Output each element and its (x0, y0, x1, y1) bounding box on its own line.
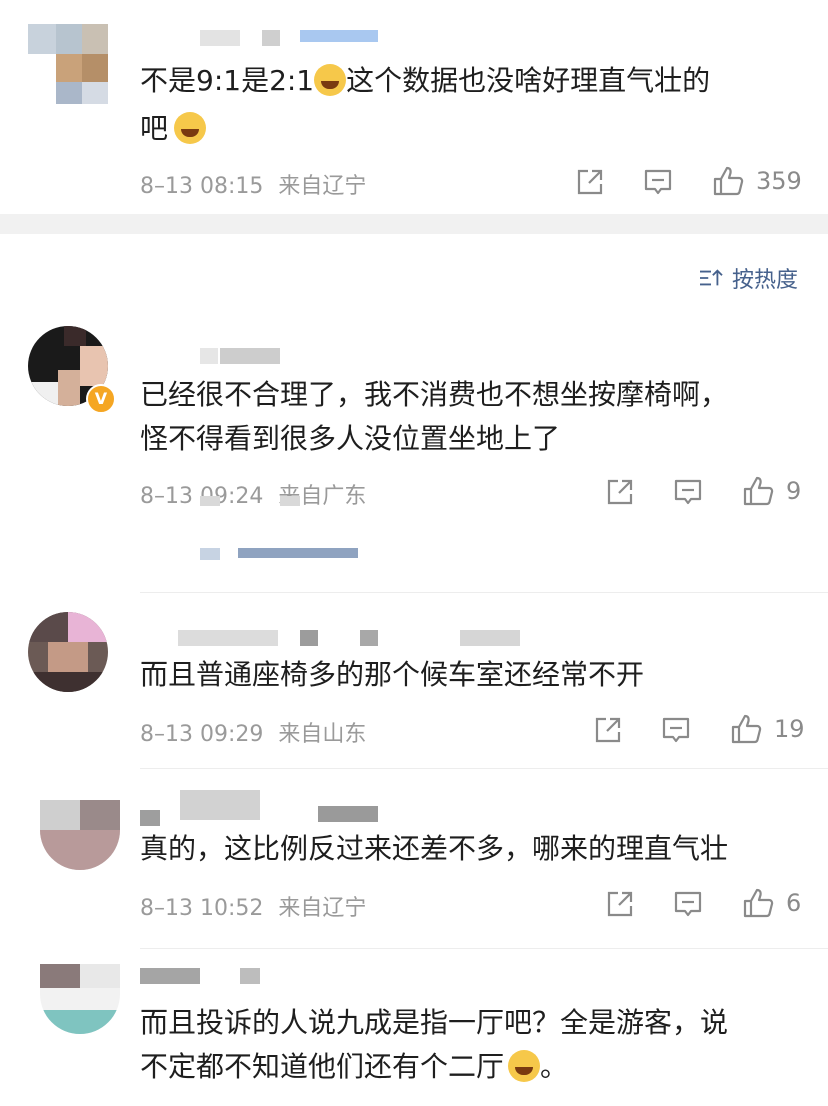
share-icon[interactable] (604, 888, 636, 920)
username-part (460, 630, 520, 646)
comment-text-line: 。 (540, 1050, 569, 1083)
like-button[interactable]: 6 (742, 886, 801, 920)
comment-text-line: 不是9:1是2:1 (140, 64, 315, 97)
like-count: 6 (786, 889, 802, 917)
comment-meta: 8–13 10:52 来自辽宁 (140, 890, 366, 922)
comment-meta: 8–13 09:29 来自山东 (140, 716, 366, 748)
divider (140, 948, 828, 949)
username-part (360, 630, 378, 646)
avatar[interactable] (40, 964, 120, 1034)
comment-text: 不是9:1是2:1 这个数据也没啥好理直气壮的 (140, 56, 710, 106)
redacted-block (238, 548, 358, 558)
dizzy-emoji-icon (174, 112, 207, 144)
share-icon[interactable] (592, 714, 624, 746)
comment-text-line: 吧 (140, 112, 169, 145)
like-count: 359 (756, 167, 802, 195)
user-badge (300, 30, 378, 42)
comment-icon[interactable] (660, 714, 692, 746)
username-part (240, 968, 260, 984)
username-part (180, 790, 260, 820)
username[interactable] (200, 30, 240, 46)
divider (140, 768, 828, 769)
comment-text-line: 不定都不知道他们还有个二厅 (140, 1050, 505, 1083)
like-button[interactable]: 19 (730, 712, 805, 746)
laugh-cry-emoji-icon (314, 64, 347, 96)
comment-text: 而且普通座椅多的那个候车室还经常不开 (140, 658, 645, 691)
comment-text: 真的，这比例反过来还差不多，哪来的理直气壮 (140, 832, 729, 865)
share-icon[interactable] (604, 476, 636, 508)
comment-icon[interactable] (642, 166, 674, 198)
divider (140, 592, 828, 593)
verified-badge-icon: V (86, 384, 116, 414)
redacted-block (280, 496, 300, 506)
comment-location: 来自辽宁 (278, 896, 367, 921)
section-separator (0, 214, 828, 234)
comment-icon[interactable] (672, 888, 704, 920)
thumbs-up-icon (743, 476, 774, 506)
comment-text: 而且投诉的人说九成是指一厅吧？全是游客，说 (140, 1006, 729, 1039)
comment-date: 8–13 08:15 (140, 174, 264, 199)
like-count: 9 (786, 477, 802, 505)
comment-text: 不定都不知道他们还有个二厅 。 (140, 1042, 568, 1092)
comment-date: 8–13 10:52 (140, 896, 264, 921)
comment-text: 怪不得看到很多人没位置坐地上了 (140, 422, 561, 455)
username[interactable] (178, 630, 278, 646)
like-button[interactable]: 359 (712, 164, 802, 198)
sort-hot-button[interactable]: 按热度 (698, 262, 798, 294)
thumbs-up-icon (713, 166, 744, 196)
username[interactable] (200, 348, 218, 364)
comment-meta: 8–13 09:24 来自广东 (140, 478, 366, 510)
comment-text: 已经很不合理了，我不消费也不想坐按摩椅啊， (140, 378, 729, 411)
like-count: 19 (774, 715, 805, 743)
crying-emoji-icon (508, 1050, 541, 1082)
redacted-block (200, 548, 220, 560)
username-part (220, 348, 280, 364)
comment-meta: 8–13 08:15 来自辽宁 (140, 168, 366, 200)
comment-icon[interactable] (672, 476, 704, 508)
comment-text-line: 这个数据也没啥好理直气壮的 (346, 64, 711, 97)
avatar[interactable] (28, 24, 108, 104)
username-part (262, 30, 280, 46)
like-button[interactable]: 9 (742, 474, 801, 508)
thumbs-up-icon (731, 714, 762, 744)
avatar[interactable] (40, 800, 120, 870)
comment-location: 来自辽宁 (278, 174, 367, 199)
sort-label: 按热度 (731, 268, 798, 293)
thumbs-up-icon (743, 888, 774, 918)
comment-location: 来自山东 (278, 722, 367, 747)
redacted-block (200, 496, 220, 506)
avatar[interactable] (28, 612, 108, 692)
username-part (300, 630, 318, 646)
comment-date: 8–13 09:29 (140, 722, 264, 747)
comment-text: 吧 (140, 104, 207, 154)
sort-icon (699, 269, 723, 286)
share-icon[interactable] (574, 166, 606, 198)
username[interactable] (140, 968, 200, 984)
username-part (318, 806, 378, 822)
